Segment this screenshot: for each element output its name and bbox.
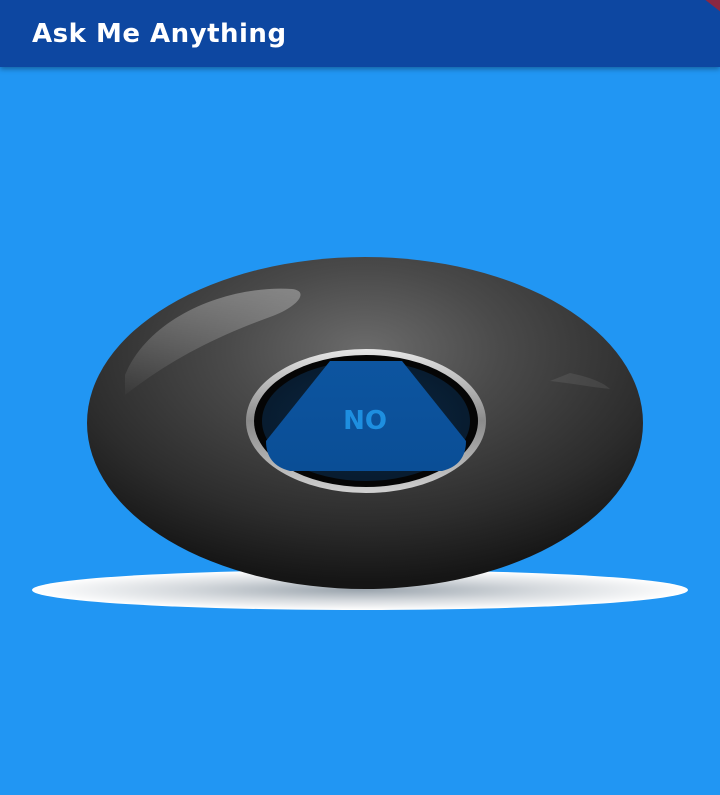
app-title: Ask Me Anything bbox=[32, 19, 287, 49]
answer-text: NO bbox=[343, 406, 387, 436]
app-bar: Ask Me Anything bbox=[0, 0, 720, 67]
magic-ball-button[interactable]: NO bbox=[30, 255, 690, 615]
magic-8-ball-image: NO bbox=[32, 257, 688, 610]
app-screen: Ask Me Anything NO bbox=[0, 0, 720, 795]
debug-banner bbox=[680, 0, 720, 20]
